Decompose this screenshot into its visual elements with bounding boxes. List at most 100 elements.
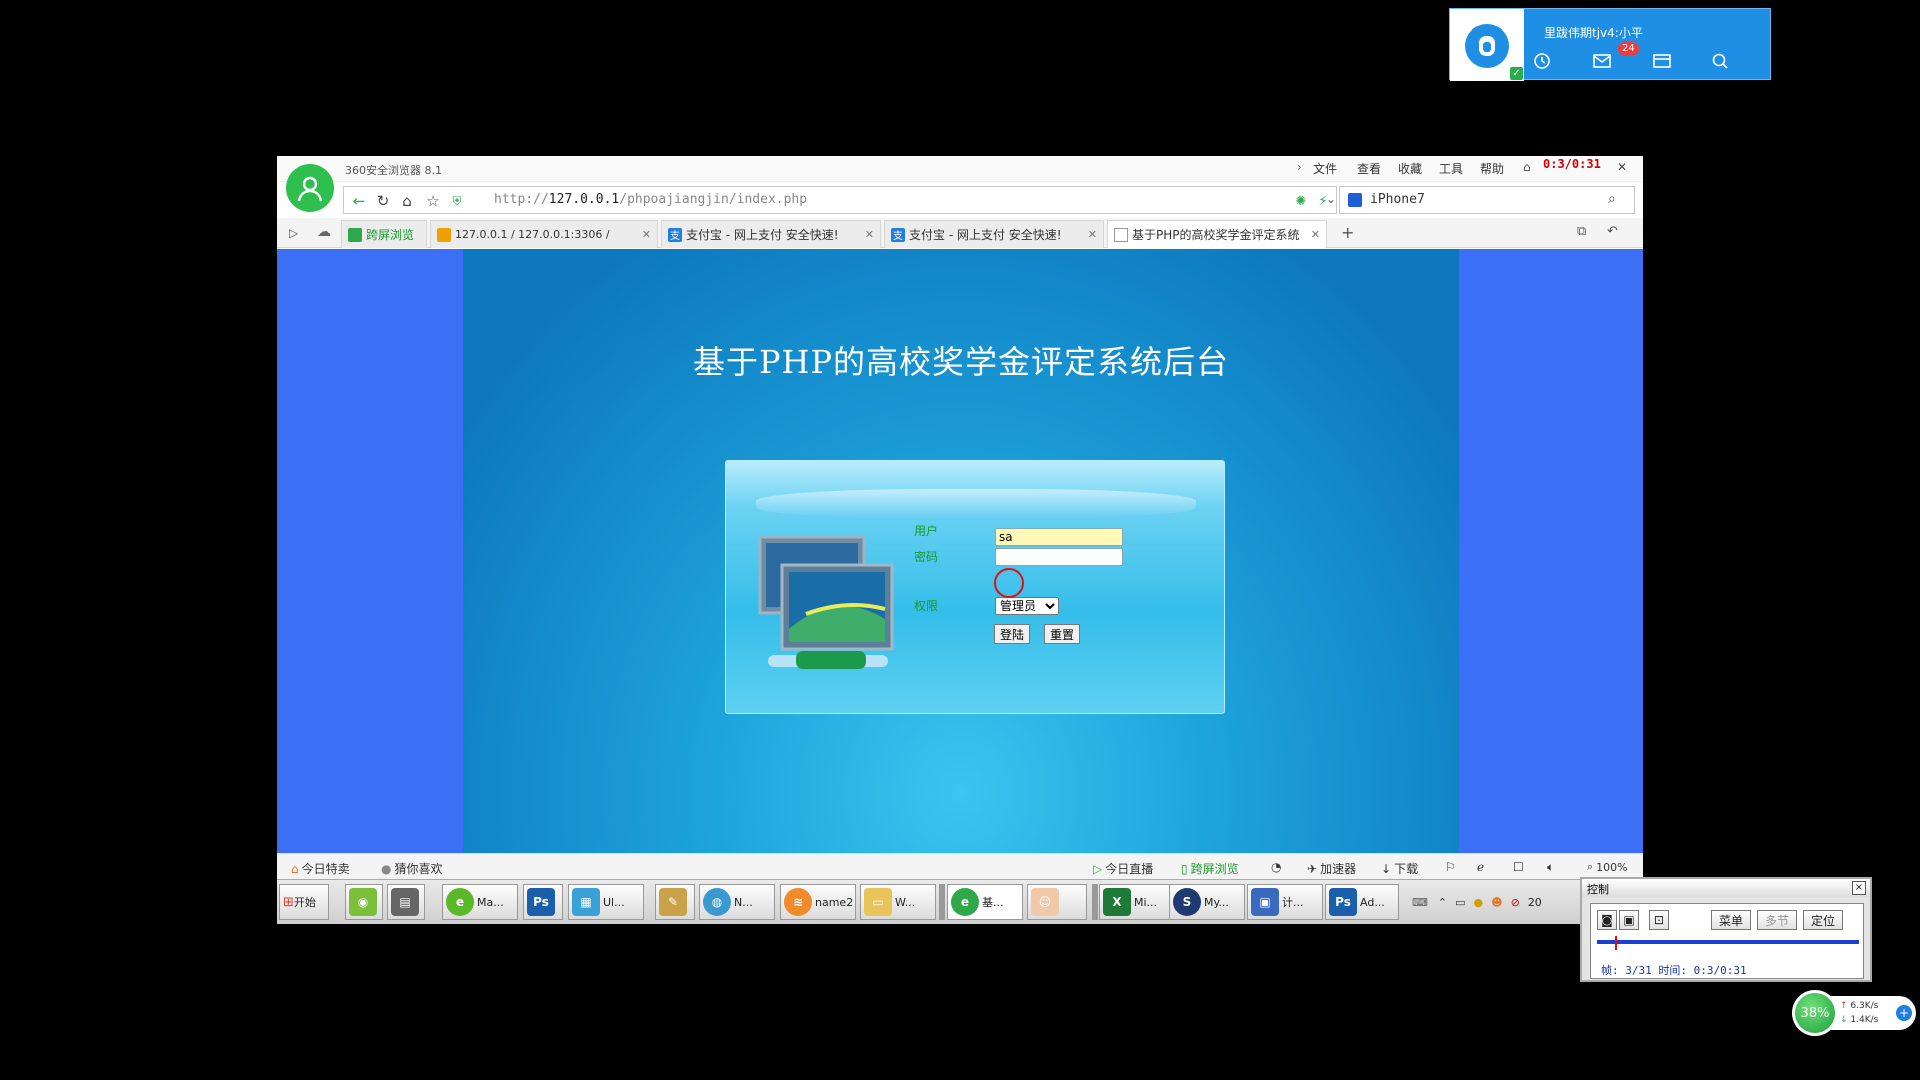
address-bar[interactable]: ← ↻ ⌂ ☆ ⛨ http://127.0.0.1/phpoajiangjin… [343, 186, 1337, 214]
tray-expand-icon[interactable]: ⌃ [1438, 896, 1447, 909]
user-avatar-icon[interactable] [286, 164, 334, 212]
stop-icon[interactable]: ▣ [1619, 910, 1639, 930]
clock-text[interactable]: 20 [1528, 896, 1542, 909]
taskbar-item-name2[interactable]: ≋ name2 [780, 884, 856, 920]
reset-button[interactable]: 重置 [1044, 624, 1081, 644]
cross-screen-status[interactable]: ▯ 跨屏浏览 [1181, 860, 1239, 877]
search-box[interactable]: ⌄ iPhone7 ⌕ [1326, 186, 1635, 214]
ie-icon[interactable]: ℯ [1477, 860, 1484, 874]
start-button[interactable]: ⊞ 开始 [279, 884, 329, 920]
keyboard-icon[interactable]: ⌨ [1412, 896, 1428, 909]
menu-view[interactable]: 查看 [1357, 160, 1381, 177]
menu-file[interactable]: 文件 [1313, 160, 1337, 177]
guess-you-like[interactable]: ● 猜你喜欢 [381, 860, 443, 877]
tab-alipay-2[interactable]: 支支付宝 - 网上支付 安全快速! ✕ [884, 220, 1104, 248]
mute-icon[interactable]: ⊘ [1511, 896, 1520, 909]
taskbar-item-w[interactable]: ▭ W... [860, 884, 936, 920]
plus-icon[interactable]: + [1896, 1005, 1912, 1021]
search-input[interactable]: iPhone7 [1370, 192, 1425, 207]
taskbar-android[interactable]: ◉ [345, 884, 383, 920]
tools-icon: ✎ [659, 888, 687, 916]
qq-tray-icon[interactable]: ● [1474, 896, 1484, 909]
tab-scholarship-system[interactable]: 基于PHP的高校奖学金评定系统 ✕ [1107, 220, 1327, 248]
timeline-marker[interactable] [1615, 936, 1617, 950]
taskbar-photoshop[interactable]: Ps [523, 884, 563, 920]
taskbar-item-ul[interactable]: ▦ Ul... [568, 884, 644, 920]
taskbar-tools[interactable]: ✎ [655, 884, 695, 920]
timeline-track[interactable] [1597, 940, 1859, 944]
tab-phpmyadmin[interactable]: 127.0.0.1 / 127.0.0.1:3306 / ✕ [430, 220, 658, 248]
login-button[interactable]: 登陆 [994, 624, 1031, 644]
today-deals[interactable]: ⌂ 今日特卖 [291, 860, 350, 877]
taskbar-baby-photo[interactable]: ☺ [1027, 884, 1087, 920]
search-button-icon[interactable]: ⌕ [1608, 191, 1616, 207]
record-icon[interactable]: ◙ [1597, 910, 1617, 930]
downloads[interactable]: ↓ 下载 [1381, 860, 1418, 877]
compat-mode-icon[interactable]: ✺ [1290, 191, 1312, 211]
database-icon: ≋ [784, 888, 812, 916]
role-select[interactable]: 管理员 [995, 597, 1059, 615]
star-icon[interactable]: ☆ [422, 191, 444, 211]
taskbar-item-dreamweaver[interactable]: e Ma... [442, 884, 518, 920]
zoom-level[interactable]: ⌕ 100% [1587, 860, 1628, 874]
rocket-icon: ✈ [1307, 861, 1318, 876]
chevron-right-icon[interactable]: › [1297, 160, 1302, 174]
taskbar-item-browser[interactable]: e 基... [947, 884, 1023, 920]
tab-close-icon[interactable]: ✕ [1305, 228, 1320, 241]
tab-cross-screen[interactable]: 跨屏浏览 [341, 220, 427, 248]
taskbar-item-computer[interactable]: ▣ 计... [1247, 884, 1323, 920]
close-icon[interactable]: × [1852, 881, 1866, 895]
username-input[interactable] [995, 528, 1123, 546]
window-icon[interactable] [1650, 49, 1674, 73]
taskbar-item-excel[interactable]: X Mi... [1099, 884, 1175, 920]
phpmyadmin-icon [437, 227, 451, 242]
taskbar-item-adobe[interactable]: Ps Ad... [1325, 884, 1399, 920]
tab-alipay-1[interactable]: 支支付宝 - 网上支付 安全快速! ✕ [661, 220, 881, 248]
clock-icon[interactable] [1530, 49, 1554, 73]
today-live[interactable]: ▷ 今日直播 [1093, 860, 1153, 877]
memory-ball[interactable]: 38% [1792, 990, 1838, 1036]
browser-doctor-icon[interactable]: ◔ [1271, 860, 1281, 874]
search-icon[interactable] [1708, 49, 1732, 73]
tab-close-icon[interactable]: ✕ [859, 228, 874, 241]
menu-favorites[interactable]: 收藏 [1398, 160, 1422, 177]
new-tab-button[interactable]: + [1341, 223, 1354, 242]
flag-icon[interactable]: ⚐ [1445, 860, 1456, 874]
control-panel: ◙ ▣ ⊡ 菜单 多节 定位 帧: 3/31 时间: 0:3/0:31 [1590, 903, 1864, 979]
files-icon: ▦ [572, 888, 600, 916]
menu-help[interactable]: 帮助 [1480, 160, 1504, 177]
tab-close-icon[interactable]: ✕ [636, 228, 651, 241]
undo-close-icon[interactable]: ↶ [1607, 224, 1618, 239]
refresh-icon[interactable]: ↻ [372, 191, 394, 211]
taskbar-film[interactable]: ▤ [387, 884, 425, 920]
menu-tools[interactable]: 工具 [1439, 160, 1463, 177]
url-text[interactable]: http://127.0.0.1/phpoajiangjin/index.php [494, 192, 807, 207]
locate-button[interactable]: 定位 [1803, 910, 1843, 930]
home-icon[interactable]: ⌂ [396, 191, 418, 211]
next-frame-icon[interactable]: ⊡ [1649, 910, 1669, 930]
back-icon[interactable]: ← [348, 191, 370, 211]
password-input[interactable] [995, 548, 1123, 566]
pin-icon[interactable]: ⌂ [1523, 160, 1531, 174]
taskbar-item-mysql[interactable]: S My... [1169, 884, 1245, 920]
volume-icon[interactable]: 🔈︎ [1547, 860, 1554, 875]
mail-icon[interactable] [1590, 49, 1614, 73]
search-engine-icon[interactable] [1348, 193, 1362, 207]
close-icon[interactable]: ✕ [1617, 160, 1627, 174]
network-icon[interactable]: ▭ [1455, 896, 1465, 909]
person-icon[interactable]: ☻ [1491, 896, 1502, 909]
accelerator[interactable]: ✈ 加速器 [1307, 860, 1356, 877]
sidebar-toggle-icon[interactable]: ▷ [289, 226, 298, 240]
tab-bar: ▷ ☁ 跨屏浏览 127.0.0.1 / 127.0.0.1:3306 / ✕ … [277, 218, 1643, 248]
multi-section-button[interactable]: 多节 [1757, 910, 1797, 930]
tab-close-icon[interactable]: ✕ [1082, 228, 1097, 241]
chevron-down-icon[interactable]: ⌄ [1326, 192, 1336, 206]
restore-tabs-icon[interactable]: ⧉ [1577, 224, 1586, 239]
window-mode-icon[interactable]: ☐ [1513, 860, 1524, 874]
taskbar-item-n[interactable]: ◍ N... [699, 884, 775, 920]
menu-button[interactable]: 菜单 [1711, 910, 1751, 930]
excel-icon: X [1103, 888, 1131, 916]
cloud-icon[interactable]: ☁ [317, 224, 331, 240]
phone-icon: ▯ [1181, 861, 1188, 876]
taskbar: ⊞ 开始 ◉ ▤ e Ma... Ps ▦ Ul... ✎ ◍ N... ≋ name2 … [277, 879, 1643, 924]
